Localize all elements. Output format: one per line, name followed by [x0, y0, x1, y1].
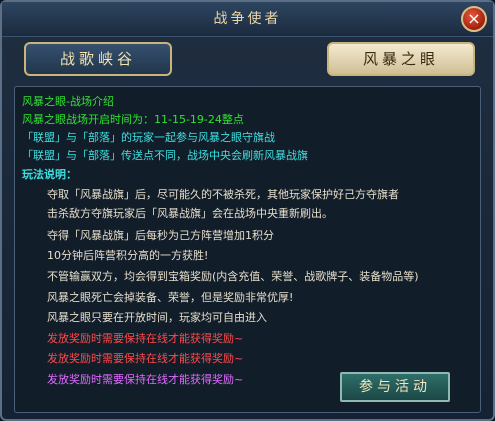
reward-note-red: 发放奖励时需要保持在线才能获得奖励~ — [47, 352, 244, 365]
window-title: 战争使者 — [213, 11, 282, 27]
rule-line: 夺得「风暴战旗」后每秒为己方阵营增加1积分 — [47, 229, 274, 242]
battlefield-info-panel: 风暴之眼-战场介绍 风暴之眼战场开启时间为：11-15-19-24整点 「联盟」… — [14, 86, 481, 413]
rule-line: 风暴之眼死亡会掉装备、荣誉，但是奖励非常优厚! — [47, 291, 294, 304]
rules-title: 玩法说明： — [22, 168, 77, 181]
rule-line: 击杀敌方夺旗玩家后「风暴战旗」会在战场中央重新刷出。 — [47, 207, 333, 220]
rule-line: 风暴之眼只要在开放时间，玩家均可自由进入 — [47, 311, 267, 324]
rule-line: 不管输赢双方，均会得到宝箱奖励(内含充值、荣誉、战歌牌子、装备物品等) — [47, 270, 419, 283]
rule-line: 10分钟后阵营积分高的一方获胜! — [47, 249, 209, 262]
rule-line: 夺取「风暴战旗」后，尽可能久的不被杀死，其他玩家保护好己方夺旗者 — [47, 188, 399, 201]
info-line: 「联盟」与「部落」的玩家一起参与风暴之眼守旗战 — [22, 131, 275, 144]
open-time-text: 风暴之眼战场开启时间为：11-15-19-24整点 — [22, 113, 244, 126]
tab-eye-of-the-storm[interactable]: 风暴之眼 — [327, 42, 475, 76]
reward-note-red: 发放奖励时需要保持在线才能获得奖励~ — [47, 332, 244, 345]
title-bar: 战争使者 × — [2, 2, 493, 37]
close-button[interactable]: × — [461, 6, 487, 32]
intro-title: 风暴之眼-战场介绍 — [22, 95, 114, 108]
info-line: 「联盟」与「部落」传送点不同，战场中央会刷新风暴战旗 — [22, 149, 308, 162]
reward-note-magenta: 发放奖励时需要保持在线才能获得奖励~ — [47, 373, 244, 386]
join-activity-button[interactable]: 参与活动 — [340, 372, 450, 402]
tab-warsong-gulch[interactable]: 战歌峡谷 — [24, 42, 172, 76]
war-messenger-window: 战争使者 × 战歌峡谷 风暴之眼 风暴之眼-战场介绍 风暴之眼战场开启时间为：1… — [0, 0, 495, 421]
battlefield-tabs: 战歌峡谷 风暴之眼 — [12, 40, 483, 80]
